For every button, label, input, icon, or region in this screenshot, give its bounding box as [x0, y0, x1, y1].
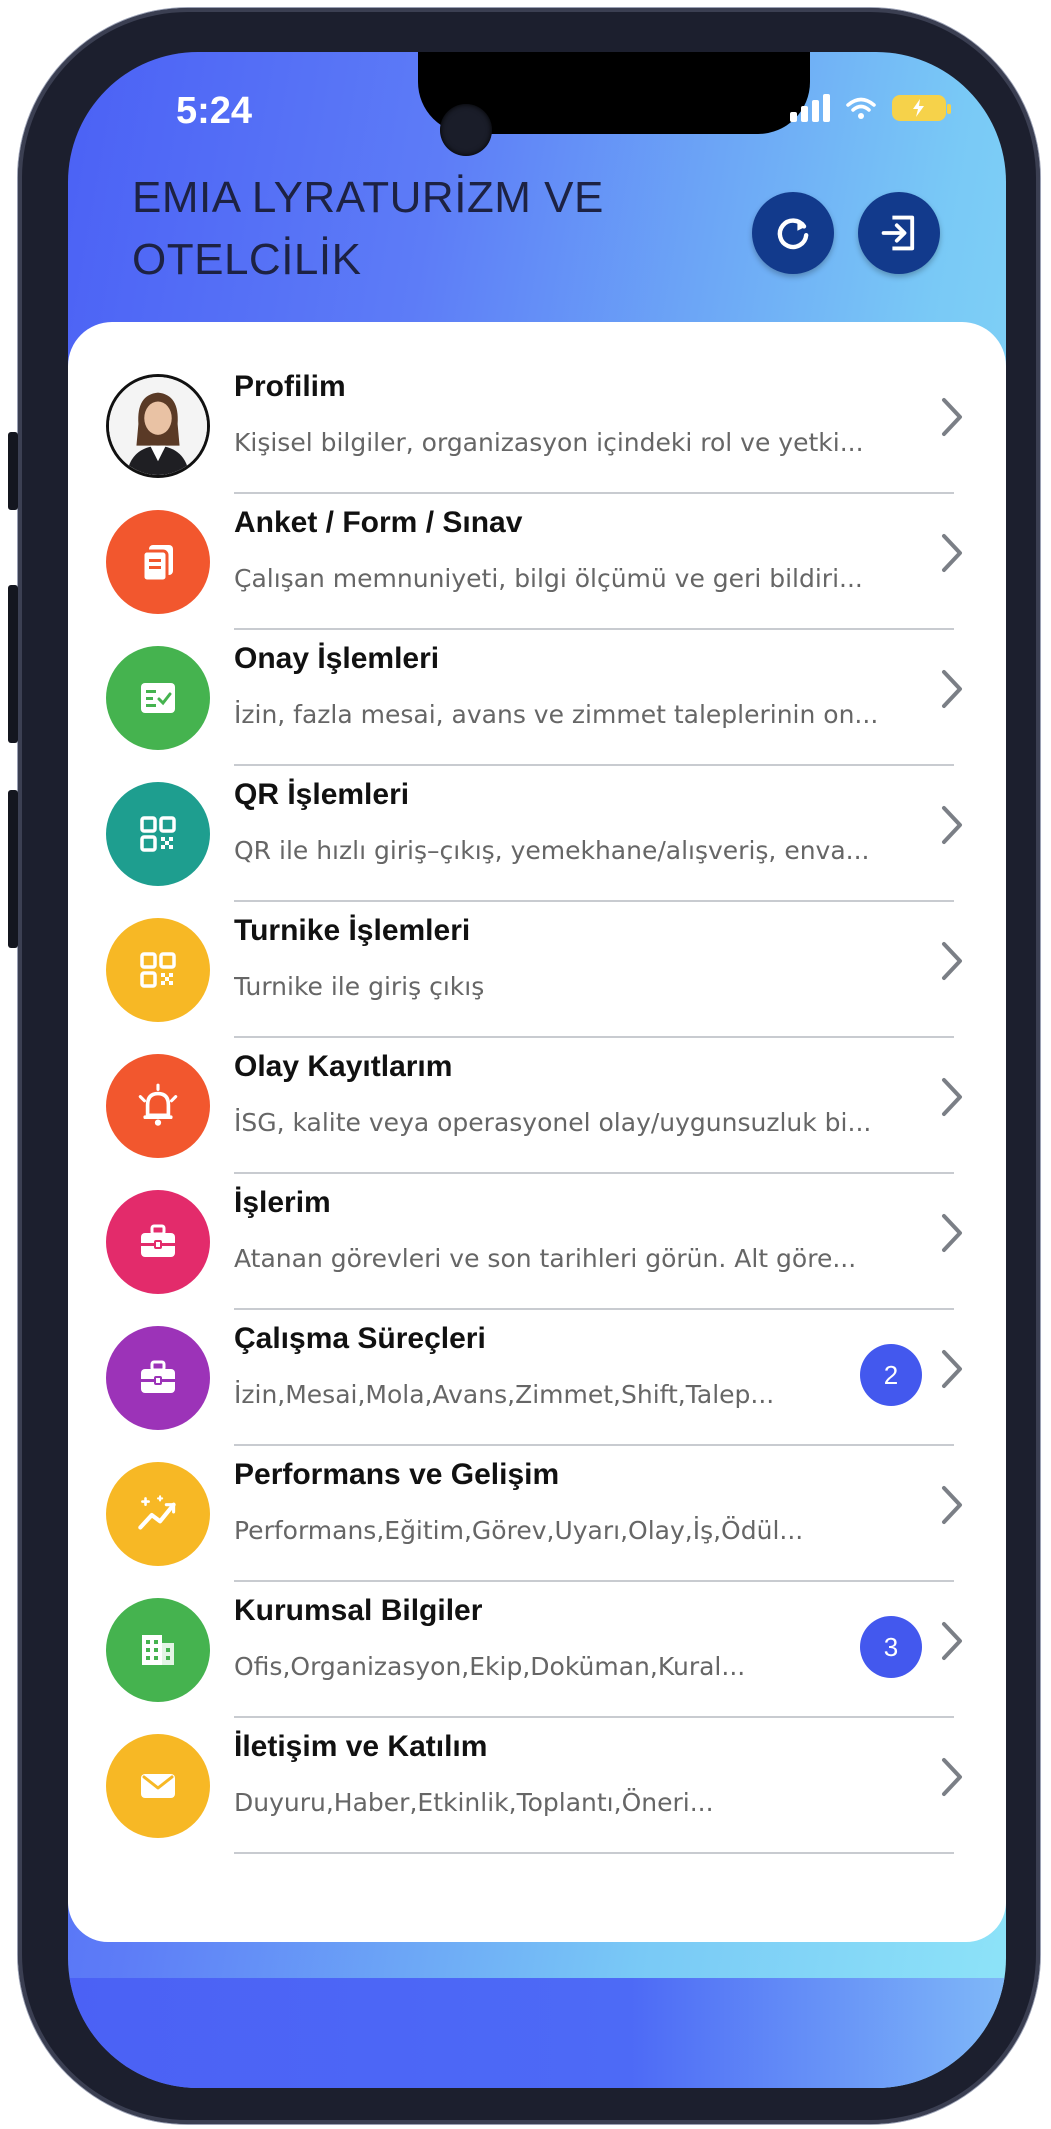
menu-item-kurumsal-bilgiler[interactable]: Kurumsal Bilgiler Ofis,Organizasyon,Ekip… — [106, 1584, 966, 1720]
menu-item-subtitle: Performans,Eğitim,Görev,Uyarı,Olay,İş,Öd… — [234, 1516, 804, 1545]
notification-badge: 3 — [860, 1616, 922, 1678]
menu-item-title: İletişim ve Katılım — [234, 1730, 488, 1763]
menu-item-subtitle: Atanan görevleri ve son tarihleri görün.… — [234, 1244, 857, 1273]
cellular-signal-icon — [790, 94, 830, 122]
menu-item-text: İletişim ve Katılım Duyuru,Haber,Etkinli… — [234, 1730, 954, 1854]
menu-item-text: Turnike İşlemleri Turnike ile giriş çıkı… — [234, 914, 954, 1038]
menu-item-title: Olay Kayıtlarım — [234, 1050, 453, 1083]
menu-item-islerim[interactable]: İşlerim Atanan görevleri ve son tarihler… — [106, 1176, 966, 1312]
menu-item-profilim[interactable]: Profilim Kişisel bilgiler, organizasyon … — [106, 360, 966, 496]
chevron-right-icon — [942, 534, 962, 572]
menu-item-onay[interactable]: Onay İşlemleri İzin, fazla mesai, avans … — [106, 632, 966, 768]
menu-item-title: Profilim — [234, 370, 346, 403]
menu-item-turnike[interactable]: Turnike İşlemleri Turnike ile giriş çıkı… — [106, 904, 966, 1040]
menu-item-title: QR İşlemleri — [234, 778, 410, 811]
menu-item-title: Kurumsal Bilgiler — [234, 1594, 483, 1627]
form-icon — [106, 510, 210, 614]
menu-item-calisma-surecleri[interactable]: Çalışma Süreçleri İzin,Mesai,Mola,Avans,… — [106, 1312, 966, 1448]
logout-icon — [881, 215, 915, 251]
refresh-button[interactable] — [752, 192, 834, 274]
alarm-bell-icon — [106, 1054, 210, 1158]
side-button-volume-up — [8, 585, 18, 743]
mail-icon — [106, 1734, 210, 1838]
menu-item-text: QR İşlemleri QR ile hızlı giriş–çıkış, y… — [234, 778, 954, 902]
menu-item-title: Turnike İşlemleri — [234, 914, 471, 947]
chevron-right-icon — [942, 1078, 962, 1116]
menu-item-olay[interactable]: Olay Kayıtlarım İSG, kalite veya operasy… — [106, 1040, 966, 1176]
menu-item-title: Çalışma Süreçleri — [234, 1322, 486, 1355]
menu-item-subtitle: İzin, fazla mesai, avans ve zimmet talep… — [234, 700, 879, 729]
menu-item-subtitle: Kişisel bilgiler, organizasyon içindeki … — [234, 428, 864, 457]
app-title-line2: OTELCİLİK — [132, 235, 362, 284]
app-screen: 5:24 EMIA LYRATURİZM VE OTELCİLİK Profil… — [68, 52, 1006, 2088]
menu-item-text: Profilim Kişisel bilgiler, organizasyon … — [234, 370, 954, 494]
status-time: 5:24 — [176, 90, 253, 132]
chevron-right-icon — [942, 1350, 962, 1388]
chevron-right-icon — [942, 398, 962, 436]
status-icons — [790, 94, 951, 122]
menu-item-text: Olay Kayıtlarım İSG, kalite veya operasy… — [234, 1050, 954, 1174]
menu-item-title: Onay İşlemleri — [234, 642, 440, 675]
notification-badge: 2 — [860, 1344, 922, 1406]
app-title: EMIA LYRATURİZM VE OTELCİLİK — [132, 167, 692, 291]
app-title-line1: EMIA LYRATURİZM VE — [132, 173, 604, 222]
avatar — [106, 374, 210, 478]
approval-icon — [106, 646, 210, 750]
menu-item-subtitle: Duyuru,Haber,Etkinlik,Toplantı,Öneri... — [234, 1788, 714, 1817]
growth-chart-icon — [106, 1462, 210, 1566]
profile-photo — [109, 377, 207, 475]
chevron-right-icon — [942, 1758, 962, 1796]
menu-item-subtitle: İzin,Mesai,Mola,Avans,Zimmet,Shift,Talep… — [234, 1380, 775, 1409]
briefcase-icon — [106, 1326, 210, 1430]
menu-item-subtitle: QR ile hızlı giriş–çıkış, yemekhane/alış… — [234, 836, 870, 865]
menu-item-text: Anket / Form / Sınav Çalışan memnuniyeti… — [234, 506, 954, 630]
chevron-right-icon — [942, 1214, 962, 1252]
briefcase-icon — [106, 1190, 210, 1294]
menu-card: Profilim Kişisel bilgiler, organizasyon … — [68, 322, 1006, 1942]
menu-item-text: Performans ve Gelişim Performans,Eğitim,… — [234, 1458, 954, 1582]
menu-item-title: Performans ve Gelişim — [234, 1458, 560, 1491]
chevron-right-icon — [942, 1622, 962, 1660]
refresh-icon — [777, 218, 809, 250]
qr-icon — [106, 782, 210, 886]
menu-item-subtitle: Ofis,Organizasyon,Ekip,Doküman,Kural... — [234, 1652, 746, 1681]
menu-item-text: Çalışma Süreçleri İzin,Mesai,Mola,Avans,… — [234, 1322, 954, 1446]
menu-item-qr[interactable]: QR İşlemleri QR ile hızlı giriş–çıkış, y… — [106, 768, 966, 904]
menu-item-text: İşlerim Atanan görevleri ve son tarihler… — [234, 1186, 954, 1310]
menu-item-subtitle: Turnike ile giriş çıkış — [234, 972, 485, 1001]
qr-icon — [106, 918, 210, 1022]
chevron-right-icon — [942, 806, 962, 844]
logout-button[interactable] — [858, 192, 940, 274]
side-button-volume-down — [8, 790, 18, 948]
menu-item-title: Anket / Form / Sınav — [234, 506, 523, 539]
chevron-right-icon — [942, 1486, 962, 1524]
front-camera — [440, 104, 492, 156]
wifi-icon — [846, 97, 876, 119]
building-icon — [106, 1598, 210, 1702]
side-button-action — [8, 432, 18, 510]
menu-item-anket[interactable]: Anket / Form / Sınav Çalışan memnuniyeti… — [106, 496, 966, 632]
menu-item-subtitle: İSG, kalite veya operasyonel olay/uyguns… — [234, 1108, 872, 1137]
chevron-right-icon — [942, 942, 962, 980]
bottom-gradient — [68, 1978, 1006, 2088]
menu-item-performans[interactable]: Performans ve Gelişim Performans,Eğitim,… — [106, 1448, 966, 1584]
menu-item-title: İşlerim — [234, 1186, 331, 1219]
menu-item-subtitle: Çalışan memnuniyeti, bilgi ölçümü ve ger… — [234, 564, 863, 593]
chevron-right-icon — [942, 670, 962, 708]
battery-charging-icon — [892, 95, 951, 121]
menu-item-text: Onay İşlemleri İzin, fazla mesai, avans … — [234, 642, 954, 766]
menu-item-iletisim[interactable]: İletişim ve Katılım Duyuru,Haber,Etkinli… — [106, 1720, 966, 1856]
menu-item-text: Kurumsal Bilgiler Ofis,Organizasyon,Ekip… — [234, 1594, 954, 1718]
